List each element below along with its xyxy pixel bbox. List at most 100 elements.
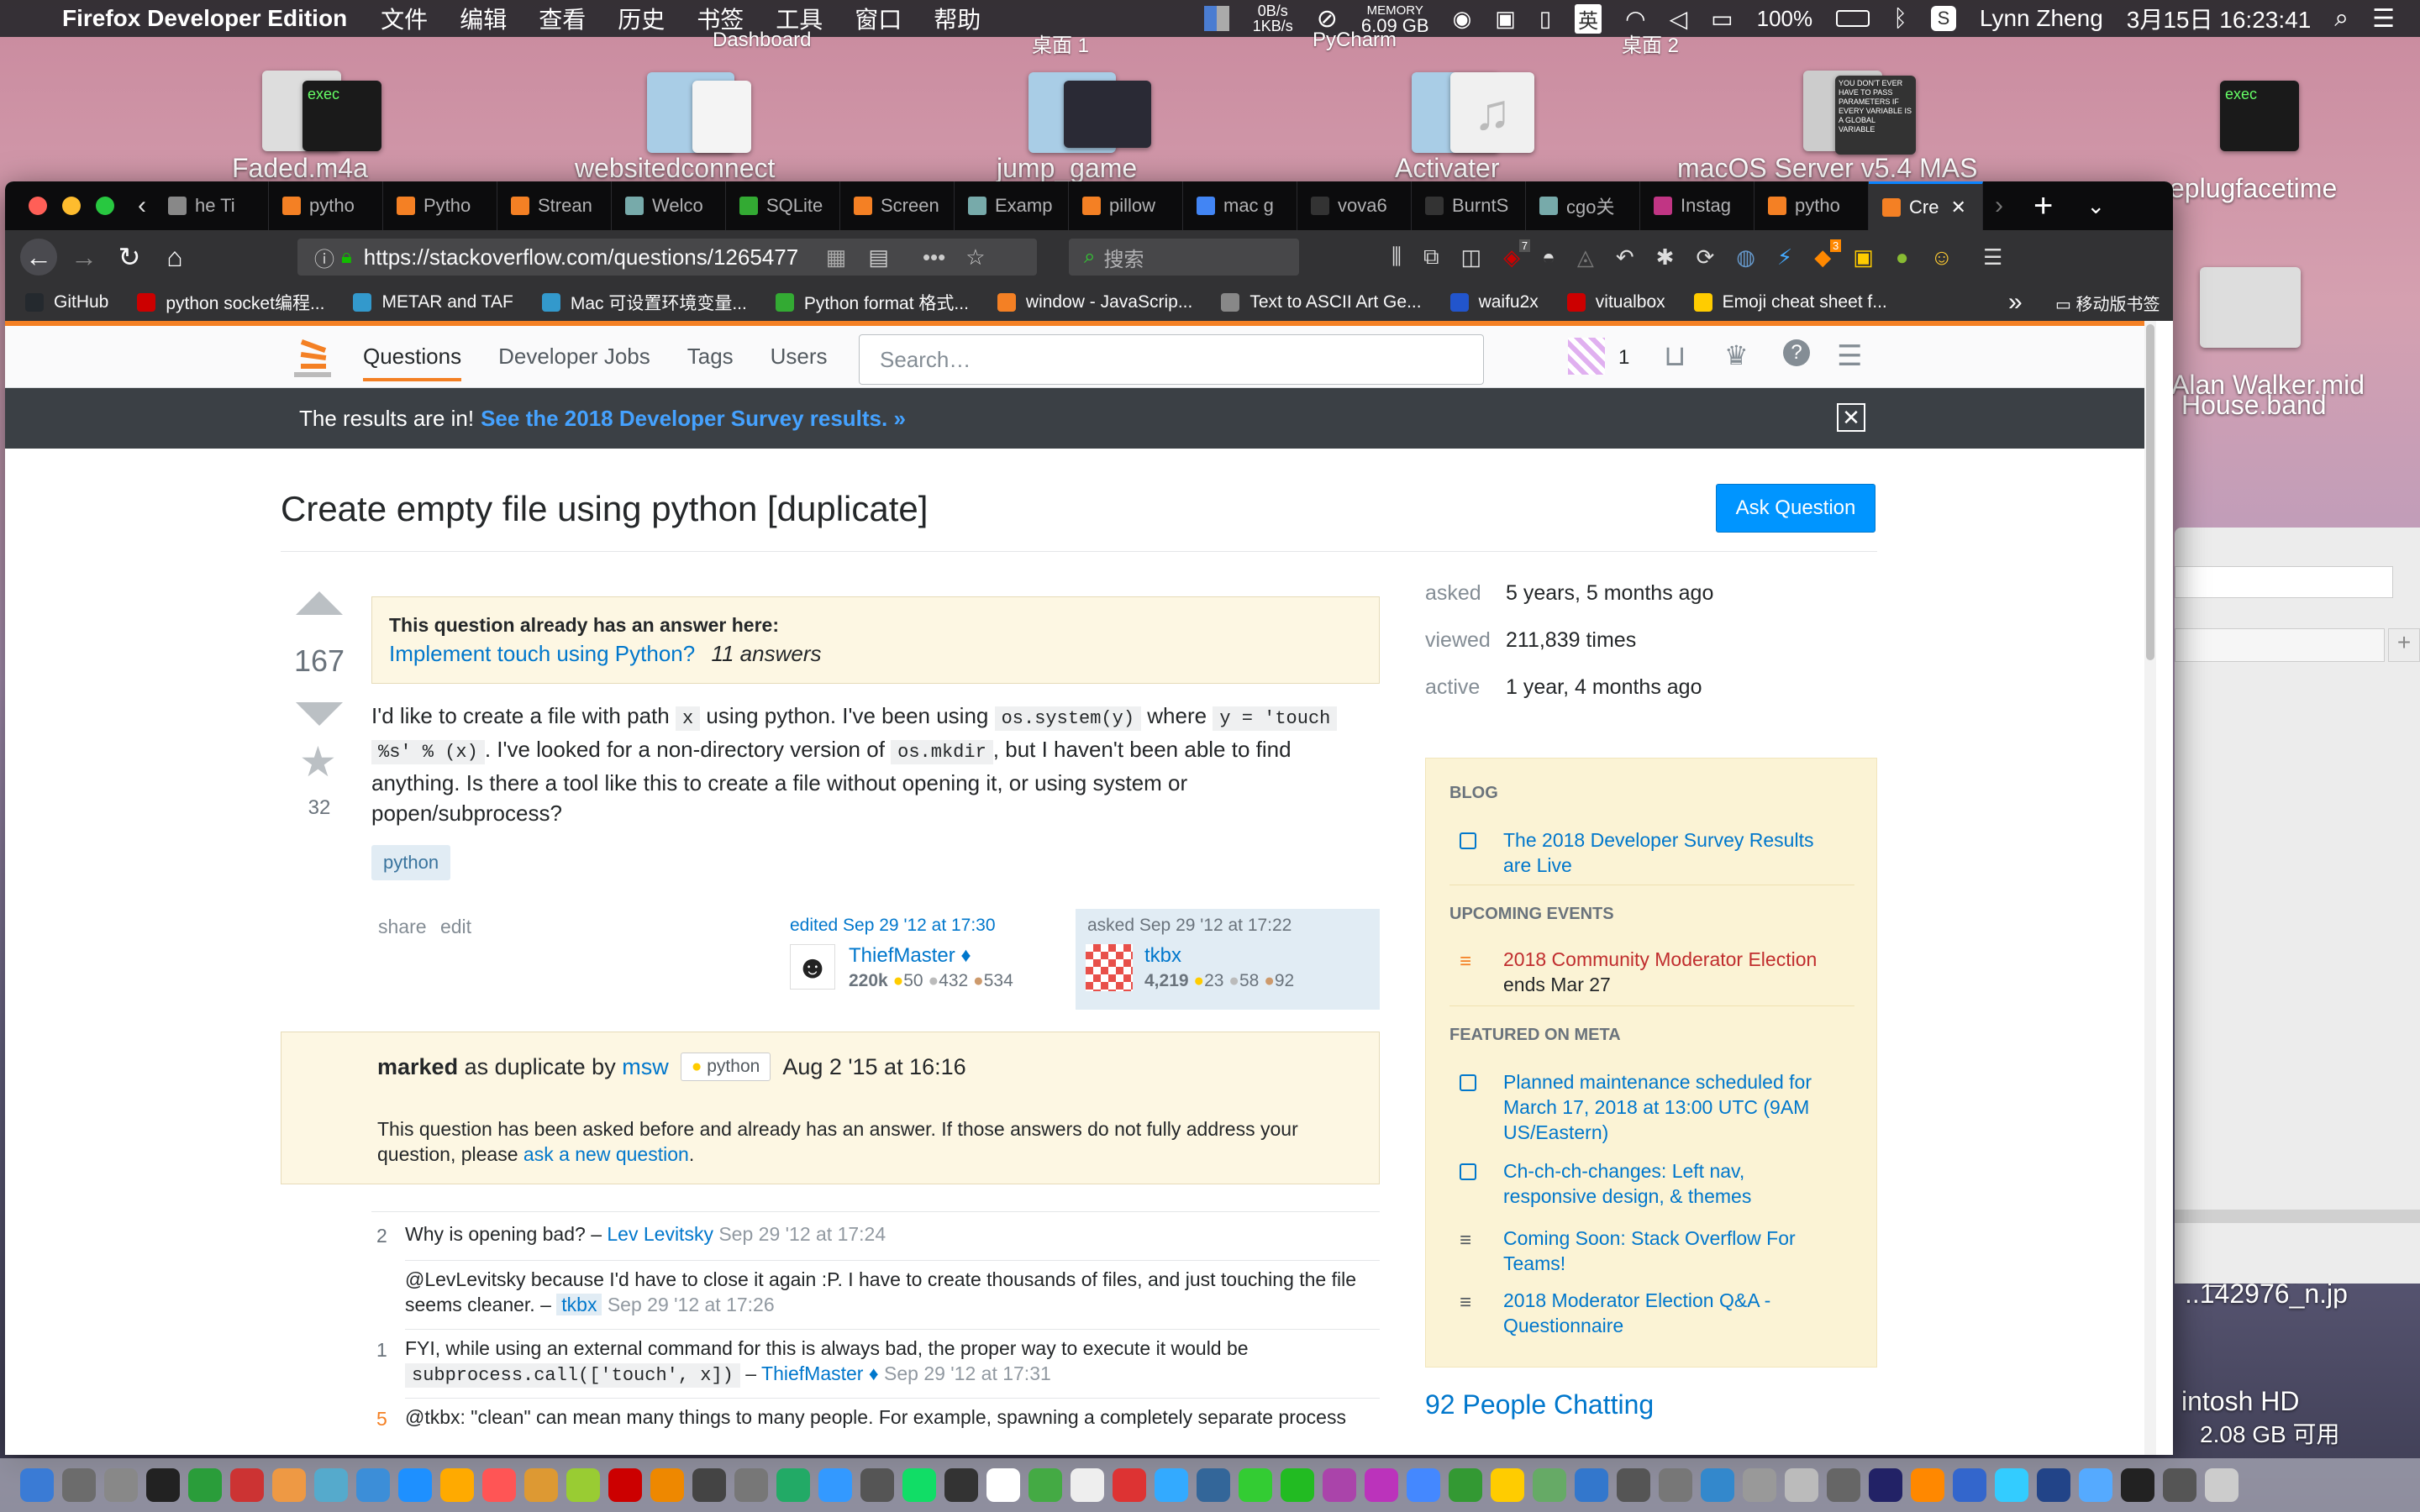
tab[interactable]: vova6 <box>1297 181 1412 230</box>
tab[interactable]: SQLite <box>726 181 840 230</box>
home-icon[interactable]: ⌂ <box>156 239 193 276</box>
bookmarks-overflow-icon[interactable]: » <box>2008 288 2023 317</box>
earth-icon[interactable]: ◍ <box>1736 244 1755 270</box>
dock-app-icon[interactable] <box>524 1468 558 1502</box>
duplicate-link[interactable]: Implement touch using Python? <box>389 641 695 666</box>
dock-app-icon[interactable] <box>1365 1468 1398 1502</box>
dock-app-icon[interactable] <box>1323 1468 1356 1502</box>
document-icon[interactable] <box>692 81 751 153</box>
desktop-label-eplugfacetime[interactable]: eplugfacetime <box>2170 173 2337 204</box>
exec-file-icon[interactable]: exec <box>2220 81 2299 151</box>
marked-user-link[interactable]: msw <box>622 1054 669 1080</box>
tab[interactable]: Examp <box>955 181 1069 230</box>
comment-time[interactable]: Sep 29 '12 at 17:31 <box>884 1362 1051 1384</box>
finder-row[interactable] <box>2175 628 2385 662</box>
nav-developer-jobs[interactable]: Developer Jobs <box>498 344 650 370</box>
qr-icon[interactable]: ▦ <box>826 244 847 270</box>
ublock-icon[interactable]: ◈ 7 <box>1503 239 1531 270</box>
downvote-icon[interactable] <box>296 702 343 726</box>
tab[interactable]: BurntS <box>1412 181 1526 230</box>
tab-list-chevron-icon[interactable]: ⌄ <box>2086 193 2105 219</box>
dock-app-icon[interactable] <box>1028 1468 1062 1502</box>
menu-hamburger-icon[interactable]: ☰ <box>1983 244 2002 270</box>
page-actions-icon[interactable]: ••• <box>923 244 945 270</box>
dock-app-icon[interactable] <box>944 1468 978 1502</box>
airplay-icon[interactable]: ▭ <box>1711 5 1733 33</box>
battery-icon[interactable] <box>1836 10 1870 27</box>
inbox-icon[interactable]: ⊔ <box>1664 339 1686 373</box>
dock-app-icon[interactable] <box>986 1468 1020 1502</box>
dock-app-icon[interactable] <box>1155 1468 1188 1502</box>
dock-app-icon[interactable] <box>2205 1468 2238 1502</box>
music-file-icon[interactable]: ♫ <box>1450 72 1534 153</box>
dock-app-icon[interactable] <box>314 1468 348 1502</box>
tab[interactable]: Pytho <box>383 181 497 230</box>
alarm-icon[interactable]: ◬ <box>1577 244 1594 270</box>
reader-view-icon[interactable]: ▤ <box>868 244 889 270</box>
tab[interactable]: he Ti <box>155 181 269 230</box>
sync-icon[interactable]: ⟳ <box>1696 244 1714 270</box>
image-thumbnail-icon[interactable] <box>1064 81 1151 148</box>
dock-app-icon[interactable] <box>2163 1468 2196 1502</box>
tag-python[interactable]: python <box>371 845 451 880</box>
comment-user-link[interactable]: tkbx <box>556 1294 602 1315</box>
bookmark-item[interactable]: vitualbox <box>1566 290 1665 315</box>
avatar[interactable]: ☻ <box>790 944 835 990</box>
bookmark-item[interactable]: Python format 格式... <box>775 290 969 315</box>
desktop-label-macos-server[interactable]: macOS Server v5.4 MAS <box>1677 153 1977 184</box>
meta-link[interactable]: Planned maintenance scheduled for March 1… <box>1503 1069 1856 1145</box>
zoom-window-button[interactable] <box>96 197 114 215</box>
network-speed[interactable]: 0B/s 1KB/s <box>1253 3 1293 34</box>
tab[interactable]: Cre ✕ <box>1869 181 1983 230</box>
close-tab-icon[interactable]: ✕ <box>1950 197 1965 218</box>
dock-app-icon[interactable] <box>104 1468 138 1502</box>
event-link[interactable]: 2018 Community Moderator Election <box>1503 947 1856 972</box>
dock-app-icon[interactable] <box>440 1468 474 1502</box>
search-engine-icon[interactable]: ⌕ <box>1084 245 1095 269</box>
spotlight-search-icon[interactable]: ⌕ <box>2334 4 2349 33</box>
tab[interactable]: pytho <box>269 181 383 230</box>
mobile-bookmarks[interactable]: ▭ 移动版书签 <box>2055 291 2160 315</box>
dock-app-icon[interactable] <box>20 1468 54 1502</box>
space-pycharm[interactable]: PyCharm <box>1313 29 1397 52</box>
minimize-window-button[interactable] <box>62 197 81 215</box>
info-icon[interactable]: ⓘ <box>314 243 334 272</box>
clock[interactable]: 3月15日 16:23:41 <box>2127 2 2312 35</box>
desktop-label-hd[interactable]: intosh HD <box>2181 1386 2300 1417</box>
tab-scroll-right-icon[interactable]: › <box>1995 192 2003 220</box>
new-tab-icon[interactable]: + <box>2033 187 2053 225</box>
tab[interactable]: mac g <box>1183 181 1297 230</box>
desktop-label-jump-game[interactable]: jump_game <box>997 153 1137 184</box>
space-desktop-2[interactable]: 桌面 2 <box>1622 29 1679 58</box>
edit-link[interactable]: edit <box>440 916 471 937</box>
url-bar[interactable]: ⓘ 🔒︎ https://stackoverflow.com/questions… <box>297 239 1037 276</box>
comment-time[interactable]: Sep 29 '12 at 17:24 <box>718 1223 886 1245</box>
window-manager-icon[interactable]: ▣ <box>1495 6 1516 32</box>
dock-app-icon[interactable] <box>62 1468 96 1502</box>
dock-app-icon[interactable] <box>1869 1468 1902 1502</box>
menu-edit[interactable]: 编辑 <box>460 2 507 35</box>
meta-link[interactable]: Ch-ch-ch-changes: Left nav, responsive de… <box>1503 1158 1856 1209</box>
so-search-input[interactable]: Search… <box>859 334 1484 385</box>
background-window[interactable]: + <box>2175 528 2420 1284</box>
dock-app-icon[interactable] <box>482 1468 516 1502</box>
lightning-icon[interactable]: ⚡︎ <box>1777 244 1792 270</box>
sidebar-icon[interactable]: ◫ <box>1461 244 1482 270</box>
meme-image-icon[interactable]: YOU DON'T EVER HAVE TO PASS PARAMETERS I… <box>1835 76 1916 155</box>
asker-name[interactable]: tkbx <box>1144 944 1181 968</box>
desktop-label-house-band[interactable]: House.band <box>2181 390 2327 421</box>
dock-app-icon[interactable] <box>860 1468 894 1502</box>
leaf-icon[interactable]: ● <box>1896 244 1909 270</box>
bookmark-star-icon[interactable]: ☆ <box>965 244 985 270</box>
dock-app-icon[interactable] <box>1659 1468 1692 1502</box>
tab[interactable]: pillow <box>1069 181 1183 230</box>
tab[interactable]: Welco <box>612 181 726 230</box>
share-link[interactable]: share <box>378 916 427 937</box>
edited-time[interactable]: edited Sep 29 '12 at 17:30 <box>790 916 996 936</box>
dock-app-icon[interactable] <box>188 1468 222 1502</box>
extension-icon[interactable]: ✱ <box>1656 244 1675 270</box>
banner-link[interactable]: See the 2018 Developer Survey results. » <box>481 406 906 432</box>
dock-app-icon[interactable] <box>1239 1468 1272 1502</box>
close-window-button[interactable] <box>29 197 47 215</box>
dock-app-icon[interactable] <box>1575 1468 1608 1502</box>
